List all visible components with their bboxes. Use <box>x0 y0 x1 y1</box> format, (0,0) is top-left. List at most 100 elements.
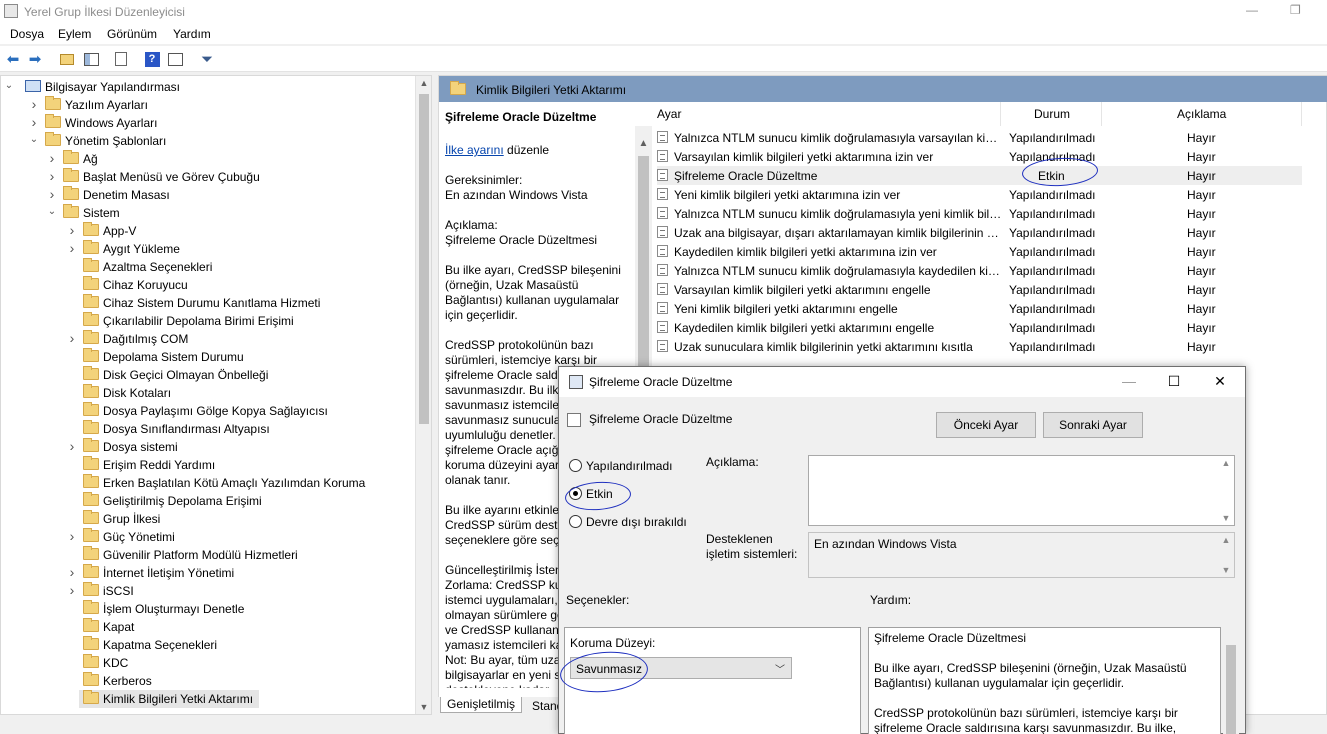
menu-eylem[interactable]: Eylem <box>58 27 91 41</box>
setting-row[interactable]: Varsayılan kimlik bilgileri yetki aktarı… <box>657 280 1302 299</box>
setting-row[interactable]: Yalnızca NTLM sunucu kimlik doğrulamasıy… <box>657 128 1302 147</box>
supported-scrollbar[interactable]: ▲ ▼ <box>1218 533 1234 577</box>
tree-item[interactable]: Disk Geçici Olmayan Önbelleği <box>1 366 416 384</box>
tree-item[interactable]: Erken Başlatılan Kötü Amaçlı Yazılımdan … <box>1 474 416 492</box>
setting-row[interactable]: Yeni kimlik bilgileri yetki aktarımına i… <box>657 185 1302 204</box>
tree-item[interactable]: › Başlat Menüsü ve Görev Çubuğu <box>1 168 416 186</box>
close-icon[interactable]: ✕ <box>1210 373 1230 390</box>
radio-disabled[interactable] <box>569 515 582 528</box>
setting-row[interactable]: Uzak ana bilgisayar, dışarı aktarılamaya… <box>657 223 1302 242</box>
minimize-icon[interactable]: — <box>1246 3 1258 17</box>
chevron-down-icon[interactable]: ⌄ <box>28 134 40 145</box>
chevron-right-icon[interactable]: › <box>66 222 78 238</box>
menu-gorunum[interactable]: Görünüm <box>107 27 157 41</box>
comment-scrollbar[interactable]: ▲ ▼ <box>1218 456 1234 525</box>
tree-item[interactable]: Dosya Paylaşımı Gölge Kopya Sağlayıcısı <box>1 402 416 420</box>
tree-item[interactable]: › Güç Yönetimi <box>1 528 416 546</box>
tree-item[interactable]: Grup İlkesi <box>1 510 416 528</box>
tree-item[interactable]: Depolama Sistem Durumu <box>1 348 416 366</box>
tree-item[interactable]: Kerberos <box>1 672 416 690</box>
tree-scroll-thumb[interactable] <box>419 94 429 424</box>
chevron-right-icon[interactable]: › <box>28 114 40 130</box>
up-folder-icon[interactable] <box>58 50 76 68</box>
tree-item[interactable]: › Windows Ayarları <box>1 114 416 132</box>
tree-item[interactable]: Çıkarılabilir Depolama Birimi Erişimi <box>1 312 416 330</box>
comment-textarea[interactable]: ▲ ▼ <box>808 455 1235 526</box>
tree-item[interactable]: › Dosya sistemi <box>1 438 416 456</box>
tree-item[interactable]: › App-V <box>1 222 416 240</box>
tree-scrollbar[interactable]: ▲ ▼ <box>415 76 431 714</box>
setting-row[interactable]: Kaydedilen kimlik bilgileri yetki aktarı… <box>657 318 1302 337</box>
menu-dosya[interactable]: Dosya <box>10 27 44 41</box>
back-arrow-icon[interactable]: ⬅ <box>4 50 22 68</box>
menu-yardim[interactable]: Yardım <box>173 27 211 41</box>
tree-item[interactable]: Kapat <box>1 618 416 636</box>
column-state[interactable]: Durum <box>1034 107 1070 121</box>
chevron-right-icon[interactable]: › <box>46 186 58 202</box>
chevron-right-icon[interactable]: › <box>66 240 78 256</box>
forward-arrow-icon[interactable]: ➡ <box>26 50 44 68</box>
tree-item[interactable]: KDC <box>1 654 416 672</box>
radio-enabled[interactable] <box>569 487 582 500</box>
chevron-right-icon[interactable]: › <box>66 438 78 454</box>
setting-row[interactable]: Uzak sunuculara kimlik bilgilerinin yetk… <box>657 337 1302 356</box>
tree-item[interactable]: Azaltma Seçenekleri <box>1 258 416 276</box>
tree-item[interactable]: Cihaz Koruyucu <box>1 276 416 294</box>
maximize-icon[interactable]: ☐ <box>1164 373 1184 390</box>
chevron-down-icon[interactable]: ⌄ <box>46 206 58 217</box>
edit-policy-link[interactable]: İlke ayarını <box>445 143 504 157</box>
setting-row[interactable]: Yalnızca NTLM sunucu kimlik doğrulamasıy… <box>657 204 1302 223</box>
tree-item[interactable]: Cihaz Sistem Durumu Kanıtlama Hizmeti <box>1 294 416 312</box>
scroll-down-icon[interactable]: ▼ <box>1218 565 1234 575</box>
tree-item[interactable]: › Denetim Masası <box>1 186 416 204</box>
help-scroll-thumb[interactable] <box>1226 645 1236 734</box>
column-setting[interactable]: Ayar <box>657 107 681 121</box>
maximize-icon[interactable]: ❐ <box>1290 3 1301 17</box>
column-comment[interactable]: Açıklama <box>1177 107 1226 121</box>
tree-item[interactable]: İşlem Oluşturmayı Denetle <box>1 600 416 618</box>
tree-scroll-up-icon[interactable]: ▲ <box>416 78 431 88</box>
tree-item[interactable]: › Aygıt Yükleme <box>1 240 416 258</box>
chevron-down-icon[interactable]: ⌄ <box>3 80 15 91</box>
tree-item[interactable]: Disk Kotaları <box>1 384 416 402</box>
scroll-up-icon[interactable]: ▲ <box>1218 535 1234 545</box>
show-tree-icon[interactable] <box>82 50 100 68</box>
tree-item[interactable]: › İnternet İletişim Yönetimi <box>1 564 416 582</box>
tab-extended[interactable]: Genişletilmiş <box>440 697 523 713</box>
tree-item[interactable]: Erişim Reddi Yardımı <box>1 456 416 474</box>
tree-scroll-down-icon[interactable]: ▼ <box>416 702 431 712</box>
setting-row[interactable]: Yeni kimlik bilgileri yetki aktarımını e… <box>657 299 1302 318</box>
tree-item[interactable]: Geliştirilmiş Depolama Erişimi <box>1 492 416 510</box>
tree-item[interactable]: ⌄ Bilgisayar Yapılandırması <box>1 78 416 96</box>
tree-item[interactable]: › Ağ <box>1 150 416 168</box>
tree-item[interactable]: Güvenilir Platform Modülü Hizmetleri <box>1 546 416 564</box>
chevron-right-icon[interactable]: › <box>46 168 58 184</box>
chevron-right-icon[interactable]: › <box>66 582 78 598</box>
chevron-right-icon[interactable]: › <box>28 96 40 112</box>
next-setting-button[interactable]: Sonraki Ayar <box>1043 412 1143 438</box>
setting-row[interactable]: Yalnızca NTLM sunucu kimlik doğrulamasıy… <box>657 261 1302 280</box>
chevron-right-icon[interactable]: › <box>66 330 78 346</box>
chevron-right-icon[interactable]: › <box>66 528 78 544</box>
tree-item[interactable]: › Dağıtılmış COM <box>1 330 416 348</box>
tree-item[interactable]: Kapatma Seçenekleri <box>1 636 416 654</box>
tree-item[interactable]: › iSCSI <box>1 582 416 600</box>
chevron-right-icon[interactable]: › <box>66 564 78 580</box>
setting-row[interactable]: Şifreleme Oracle Düzeltme Etkin Hayır <box>657 166 1302 185</box>
protection-level-select[interactable]: Savunmasız ﹀ <box>570 657 792 679</box>
help-scrollbar[interactable] <box>1223 627 1239 734</box>
previous-setting-button[interactable]: Önceki Ayar <box>936 412 1036 438</box>
scroll-down-icon[interactable]: ▼ <box>1218 513 1234 523</box>
setting-row[interactable]: Kaydedilen kimlik bilgileri yetki aktarı… <box>657 242 1302 261</box>
scroll-up-icon[interactable]: ▲ <box>1218 458 1234 468</box>
properties-icon[interactable] <box>166 50 184 68</box>
tree-item[interactable]: › Yazılım Ayarları <box>1 96 416 114</box>
tree-item[interactable]: ⌄ Sistem <box>1 204 416 222</box>
help-icon[interactable]: ? <box>143 50 161 68</box>
tree-item[interactable]: Kimlik Bilgileri Yetki Aktarımı <box>79 690 259 708</box>
tree-item[interactable]: Dosya Sınıflandırması Altyapısı <box>1 420 416 438</box>
setting-row[interactable]: Varsayılan kimlik bilgileri yetki aktarı… <box>657 147 1302 166</box>
export-list-icon[interactable] <box>112 50 130 68</box>
filter-icon[interactable]: ⏷ <box>198 50 216 68</box>
chevron-right-icon[interactable]: › <box>46 150 58 166</box>
